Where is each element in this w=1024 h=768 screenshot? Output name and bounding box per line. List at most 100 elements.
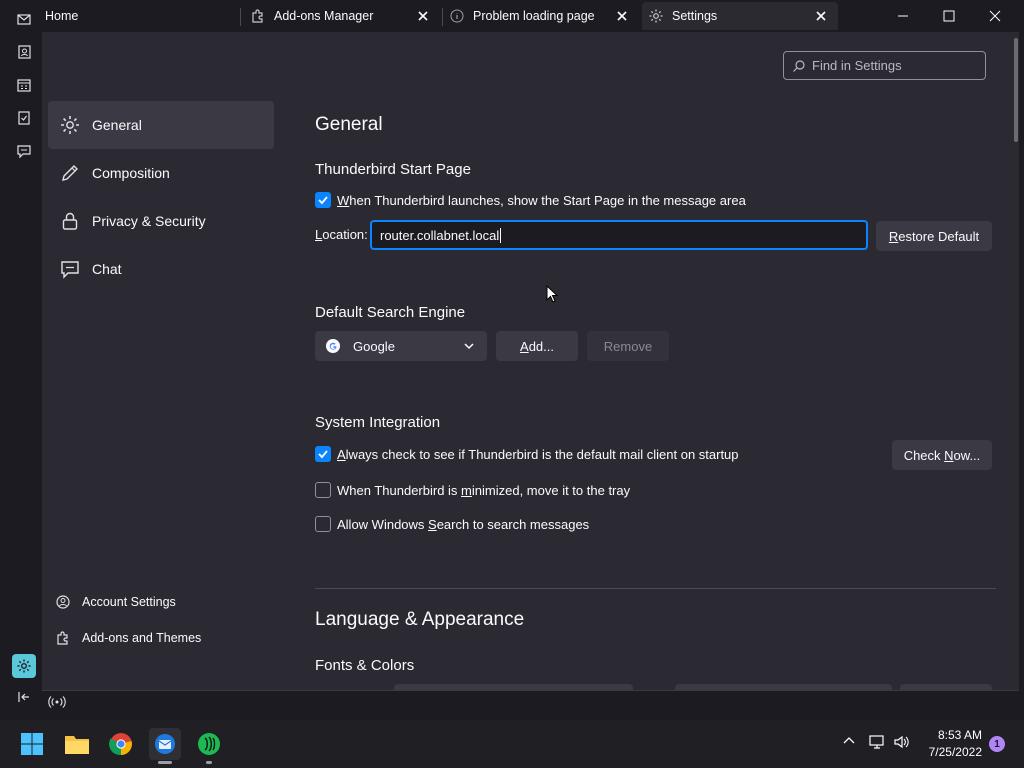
maximize-button[interactable]	[926, 0, 972, 32]
clock-time: 8:53 AM	[937, 728, 982, 742]
scrollbar-thumb[interactable]	[1014, 38, 1018, 142]
volume-icon[interactable]	[893, 734, 911, 750]
tab-bar: Home Add-ons Manager Problem loading pag…	[6, 0, 1019, 32]
nav-item-label: General	[92, 117, 142, 133]
tab-home[interactable]: Home	[36, 2, 236, 30]
taskbar: 8:53 AM 7/25/2022 1	[0, 720, 1024, 768]
window-close-button[interactable]	[972, 0, 1018, 32]
gear-icon	[58, 113, 82, 137]
check-now-button[interactable]: Check Now...	[892, 440, 992, 470]
addons-themes-link[interactable]: Add-ons and Themes	[54, 625, 201, 651]
default-mail-checkbox-row[interactable]: Always check to see if Thunderbird is th…	[315, 446, 739, 462]
spaces-toolbar	[6, 0, 42, 714]
puzzle-icon	[54, 629, 72, 647]
settings-nav: General Composition Privacy & Security C…	[42, 32, 281, 690]
account-settings-label: Account Settings	[82, 595, 176, 609]
search-engine-value: Google	[353, 338, 395, 354]
location-value: router.collabnet.local	[380, 227, 500, 243]
minimize-tray-checkbox[interactable]	[315, 482, 331, 498]
address-book-space-button[interactable]	[15, 43, 33, 61]
lock-icon	[58, 209, 82, 233]
system-clock[interactable]: 8:53 AM 7/25/2022	[929, 727, 982, 761]
checkmark-icon	[318, 450, 328, 459]
section-title-general: General	[315, 114, 383, 135]
collapse-spaces-button[interactable]	[15, 688, 33, 706]
find-in-settings-input[interactable]: Find in Settings	[783, 51, 986, 80]
start-page-heading: Thunderbird Start Page	[315, 161, 471, 178]
collapse-left-icon	[18, 692, 29, 702]
google-icon	[325, 338, 341, 354]
default-mail-label: Always check to see if Thunderbird is th…	[337, 446, 739, 462]
start-button[interactable]	[16, 728, 48, 760]
mail-space-button[interactable]	[15, 10, 33, 28]
nav-item-chat[interactable]: Chat	[48, 245, 274, 293]
tray-overflow-button[interactable]	[842, 734, 856, 748]
checkmark-icon	[318, 196, 328, 205]
default-mail-checkbox[interactable]	[315, 446, 331, 462]
location-label: Location:	[315, 227, 368, 242]
gear-icon	[648, 8, 664, 24]
start-page-checkbox-row[interactable]: When Thunderbird launches, show the Star…	[315, 192, 746, 208]
status-bar	[42, 690, 1019, 714]
chrome-button[interactable]	[105, 728, 137, 760]
tasks-space-button[interactable]	[15, 109, 33, 127]
file-explorer-button[interactable]	[61, 728, 93, 760]
chat-space-button[interactable]	[15, 142, 33, 160]
windows-search-checkbox-row[interactable]: Allow Windows Search to search messages	[315, 516, 589, 532]
search-engine-dropdown[interactable]: Google	[315, 331, 487, 361]
chat-icon	[58, 257, 82, 281]
chat-icon	[17, 145, 31, 159]
calendar-icon	[17, 79, 31, 92]
minimize-button[interactable]	[880, 0, 926, 32]
settings-content: Find in Settings General Thunderbird Sta…	[281, 32, 1019, 690]
network-icon[interactable]	[869, 734, 887, 750]
maximize-icon	[943, 10, 955, 22]
system-integration-heading: System Integration	[315, 414, 441, 431]
text-caret	[500, 227, 502, 243]
calendar-space-button[interactable]	[15, 76, 33, 94]
thunderbird-icon	[155, 734, 175, 754]
tab-problem-loading[interactable]: Problem loading page	[449, 2, 639, 30]
address-book-icon	[18, 45, 31, 59]
start-page-checkbox[interactable]	[315, 192, 331, 208]
tab-label: Settings	[672, 9, 718, 23]
nav-item-general[interactable]: General	[48, 101, 274, 149]
green-app-icon	[198, 733, 220, 755]
minimize-icon	[898, 15, 908, 17]
mail-icon	[17, 14, 31, 25]
close-icon[interactable]	[814, 9, 828, 23]
info-icon	[449, 8, 465, 24]
minimize-tray-checkbox-row[interactable]: When Thunderbird is minimized, move it t…	[315, 482, 630, 498]
clock-date: 7/25/2022	[928, 745, 982, 759]
app-button[interactable]	[193, 728, 225, 764]
search-engine-heading: Default Search Engine	[315, 304, 466, 321]
account-settings-link[interactable]: Account Settings	[54, 589, 176, 615]
remove-search-engine-button[interactable]: Remove	[587, 331, 669, 361]
gear-icon	[17, 659, 31, 673]
tab-settings[interactable]: Settings	[642, 2, 838, 30]
pencil-icon	[58, 161, 82, 185]
close-icon	[989, 10, 1001, 22]
folder-icon	[65, 736, 89, 754]
nav-item-label: Composition	[92, 165, 170, 181]
minimize-tray-label: When Thunderbird is minimized, move it t…	[337, 482, 631, 498]
search-placeholder: Find in Settings	[812, 58, 902, 73]
chevron-up-icon	[843, 737, 855, 744]
close-icon[interactable]	[416, 9, 430, 23]
settings-space-button[interactable]	[12, 654, 36, 678]
close-icon[interactable]	[615, 9, 629, 23]
nav-item-composition[interactable]: Composition	[48, 149, 274, 197]
fonts-colors-heading: Fonts & Colors	[315, 657, 415, 674]
add-search-engine-button[interactable]: Add...	[496, 331, 578, 361]
windows-search-checkbox[interactable]	[315, 516, 331, 532]
tab-addons-manager[interactable]: Add-ons Manager	[250, 2, 440, 30]
restore-default-button[interactable]: Restore Default	[876, 221, 992, 251]
nav-item-privacy-security[interactable]: Privacy & Security	[48, 197, 274, 245]
content-scrollbar[interactable]	[1013, 32, 1019, 690]
notification-badge[interactable]: 1	[989, 736, 1005, 752]
mouse-cursor	[546, 284, 559, 306]
thunderbird-button[interactable]	[149, 728, 181, 764]
online-status-icon[interactable]	[48, 695, 66, 712]
location-input[interactable]: router.collabnet.local	[370, 220, 868, 250]
nav-item-label: Chat	[92, 261, 122, 277]
